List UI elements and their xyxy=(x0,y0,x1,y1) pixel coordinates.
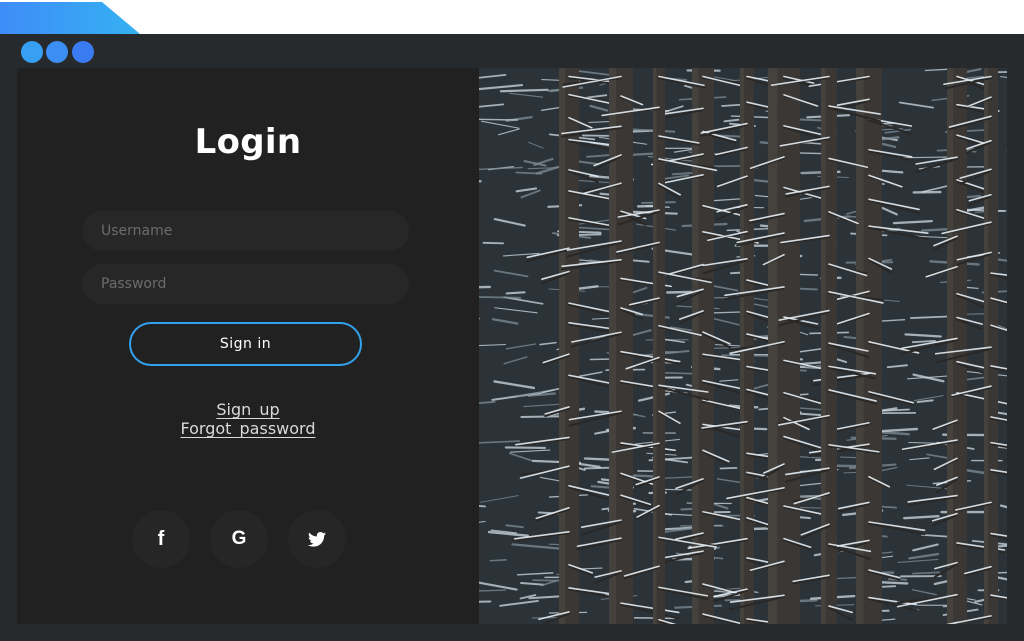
facebook-button[interactable]: f xyxy=(132,510,190,568)
window-control-2[interactable] xyxy=(46,41,68,63)
forest-photo xyxy=(479,68,1007,624)
app-window: Login Sign in Sign up Forgot password f … xyxy=(0,34,1024,641)
username-input[interactable] xyxy=(82,211,409,251)
login-panel: Login Sign in Sign up Forgot password f … xyxy=(17,68,479,624)
window-control-3[interactable] xyxy=(72,41,94,63)
browser-tab[interactable] xyxy=(0,2,140,34)
google-button[interactable]: G xyxy=(210,510,268,568)
twitter-button[interactable] xyxy=(288,510,346,568)
forgot-password-link[interactable]: Forgot password xyxy=(181,419,316,438)
window-control-1[interactable] xyxy=(21,41,43,63)
twitter-icon xyxy=(308,531,326,547)
sign-up-link[interactable]: Sign up xyxy=(216,400,279,419)
sign-in-button[interactable]: Sign in xyxy=(129,322,362,366)
facebook-icon: f xyxy=(157,527,165,550)
forest-photo-illustration xyxy=(479,68,1007,624)
password-input[interactable] xyxy=(82,264,409,304)
page-title: Login xyxy=(194,122,302,162)
browser-top-strip xyxy=(0,0,1024,34)
sign-up-link-row: Sign up xyxy=(17,400,479,419)
google-icon: G xyxy=(231,528,247,549)
forgot-password-link-row: Forgot password xyxy=(17,419,479,438)
